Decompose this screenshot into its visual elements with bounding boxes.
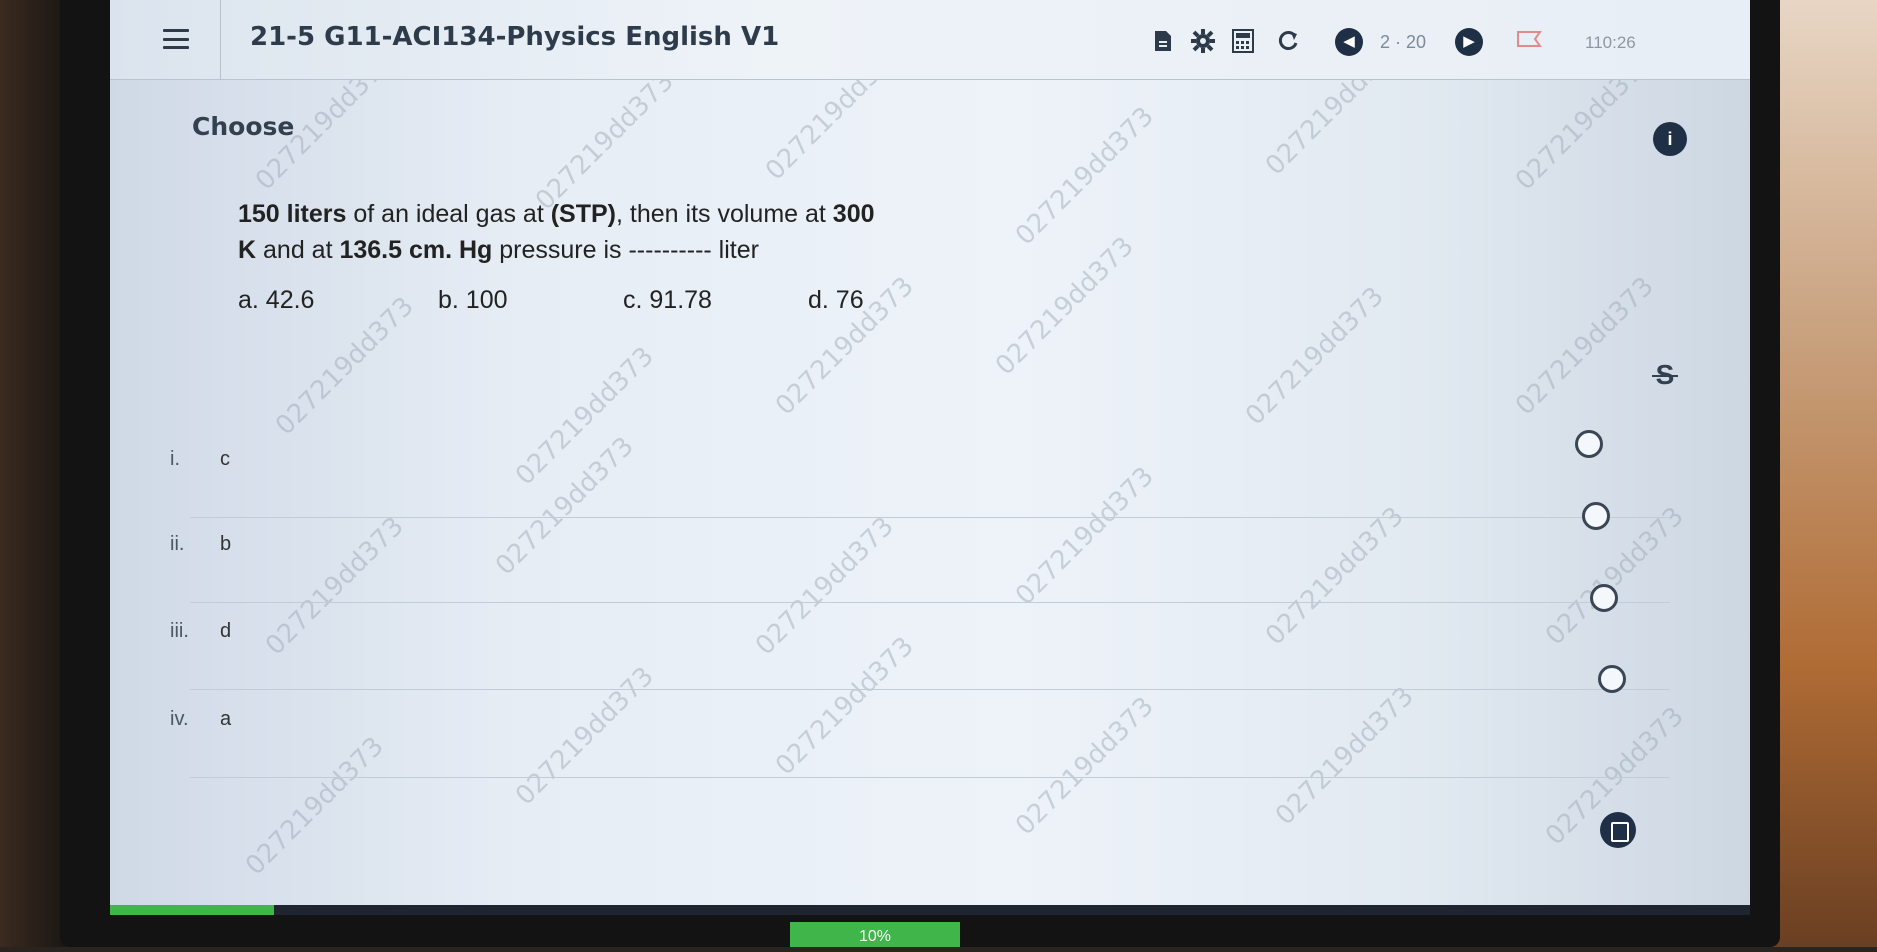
question-fragment: 136.5 cm. Hg	[339, 236, 493, 264]
watermark-text: 027219dd373	[530, 66, 680, 217]
calculator-fab-icon[interactable]	[1600, 812, 1636, 848]
row-divider	[190, 517, 1670, 518]
inline-option-b: b. 100	[438, 286, 508, 314]
question-type-heading: Choose	[192, 112, 295, 141]
answer-option-iii[interactable]: iii. d	[170, 620, 1670, 690]
document-icon[interactable]	[1150, 28, 1176, 54]
question-fragment: and at	[256, 236, 340, 264]
row-divider	[190, 602, 1670, 603]
top-bar-divider	[220, 0, 221, 80]
question-fragment: K	[238, 236, 257, 264]
flag-icon[interactable]	[1515, 30, 1545, 52]
answer-number: iii.	[170, 620, 189, 642]
answer-text: b	[220, 533, 232, 555]
progress-label: 10%	[790, 922, 960, 947]
progress-bar	[110, 905, 1750, 915]
question-text: 150 liters of an ideal gas at (STP), the…	[238, 196, 1058, 268]
refresh-icon[interactable]	[1275, 28, 1301, 54]
inline-option-d: d. 76	[808, 286, 864, 314]
question-fragment: pressure is ---------- liter	[492, 236, 759, 264]
answer-text: c	[220, 448, 230, 470]
watermark-text: 027219dd373	[1240, 281, 1390, 432]
answer-text: d	[220, 620, 232, 642]
answer-option-ii[interactable]: ii. b	[170, 533, 1670, 603]
answer-option-iv[interactable]: iv. a	[170, 708, 1670, 778]
page-counter: 2 · 20	[1380, 32, 1427, 52]
row-divider	[190, 689, 1670, 690]
next-question-icon[interactable]: ▶	[1455, 28, 1483, 56]
row-divider	[190, 777, 1670, 778]
exam-screen: 027219dd373 027219dd373 027219dd373 027219d…	[110, 0, 1750, 915]
answer-number: iv.	[170, 708, 189, 730]
strikethrough-icon[interactable]: S	[1650, 358, 1680, 392]
exam-timer: 110:26	[1585, 33, 1636, 52]
answer-radio-i[interactable]	[1575, 430, 1603, 458]
info-icon[interactable]: i	[1653, 122, 1687, 156]
gear-icon[interactable]	[1190, 28, 1216, 54]
answer-number: ii.	[170, 533, 185, 555]
answer-number: i.	[170, 448, 180, 470]
answer-radio-ii[interactable]	[1582, 502, 1610, 530]
inline-option-c: c. 91.78	[623, 286, 712, 314]
answer-option-i[interactable]: i. c	[170, 448, 1670, 518]
menu-icon[interactable]	[160, 24, 192, 54]
top-bar: 21-5 G11-ACI134-Physics English V1 ◀ 2 ·…	[110, 0, 1750, 80]
answer-radio-iii[interactable]	[1590, 584, 1618, 612]
progress-fill	[110, 905, 274, 915]
question-fragment: 150 liters	[238, 200, 347, 228]
inline-option-a: a. 42.6	[238, 286, 315, 314]
prev-question-icon[interactable]: ◀	[1335, 28, 1363, 56]
question-fragment: (STP)	[550, 200, 617, 228]
exam-title: 21-5 G11-ACI134-Physics English V1	[250, 22, 780, 52]
question-fragment: , then its volume at	[616, 200, 833, 228]
answer-radio-iv[interactable]	[1598, 665, 1626, 693]
watermark-text: 027219dd373	[1510, 271, 1660, 422]
calculator-icon[interactable]	[1230, 28, 1256, 54]
question-fragment: of an ideal gas at	[346, 200, 551, 228]
answer-text: a	[220, 708, 232, 730]
question-fragment: 300	[832, 200, 875, 228]
